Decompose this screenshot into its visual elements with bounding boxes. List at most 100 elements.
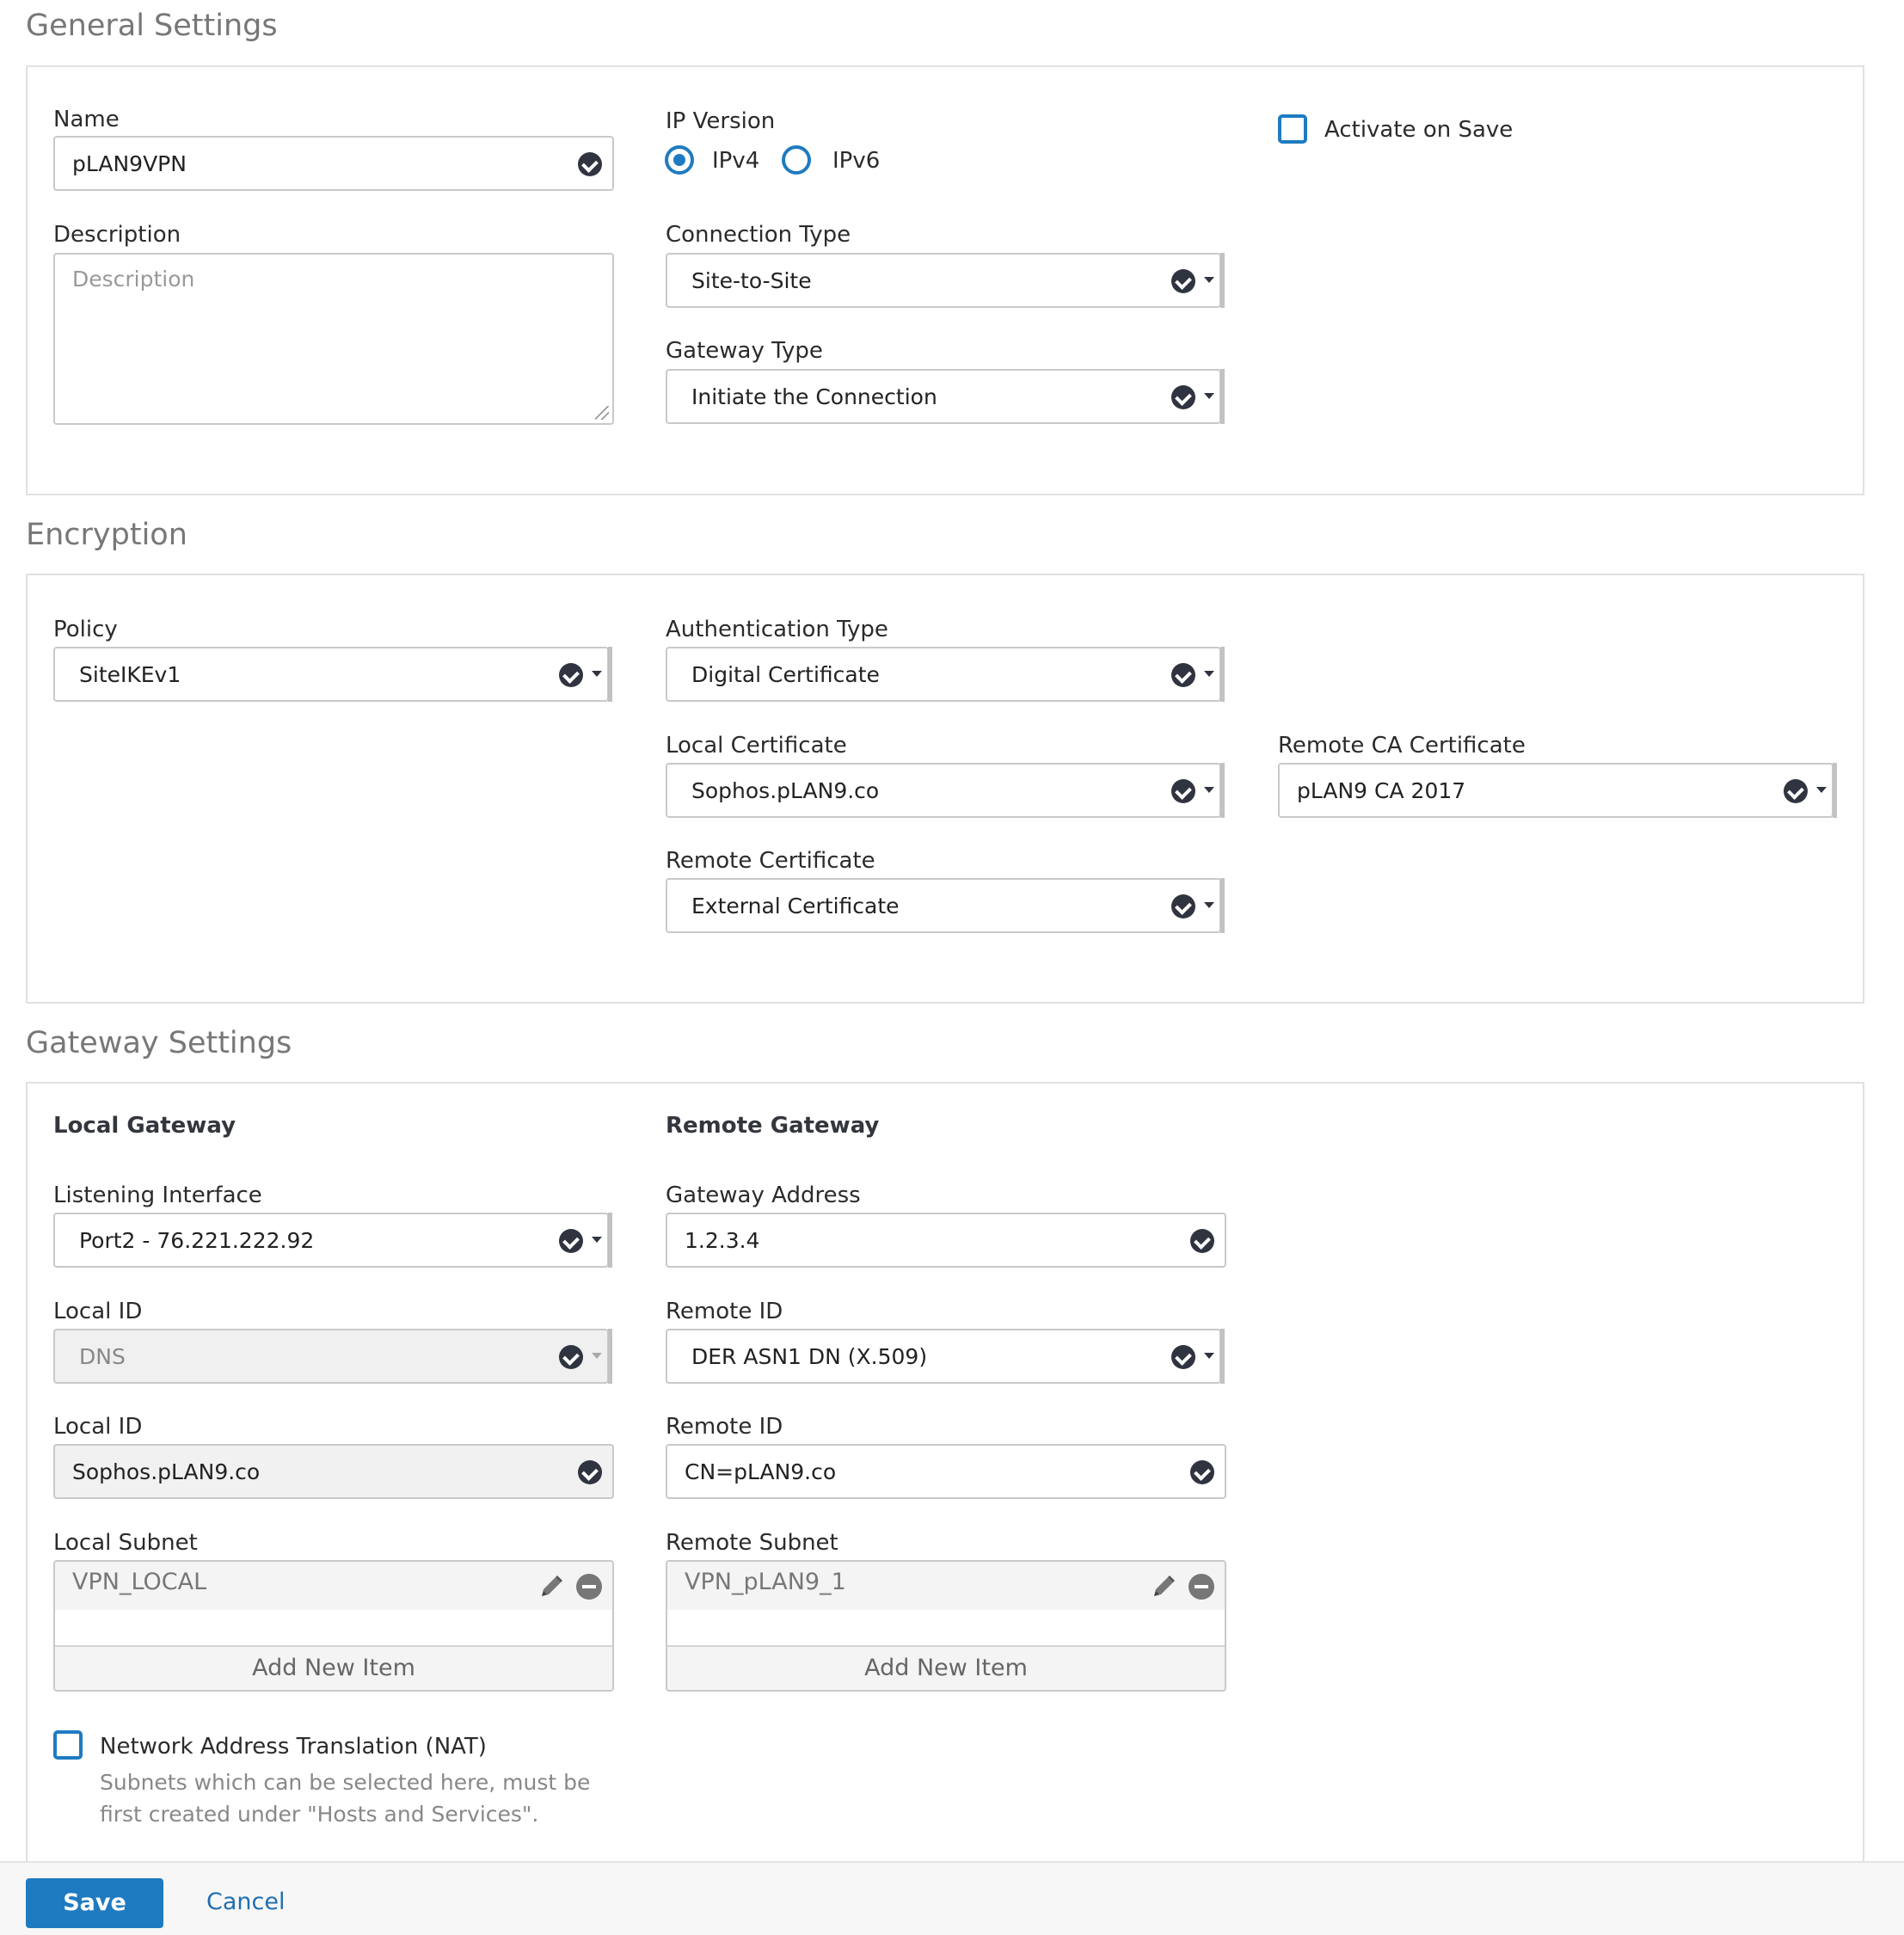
remote-certificate-select[interactable]: External Certificate	[666, 878, 1225, 933]
nat-hint-line-2: first created under "Hosts and Services"…	[100, 1802, 539, 1827]
gateway-address-label: Gateway Address	[666, 1182, 861, 1208]
add-new-item-button[interactable]: Add New Item	[667, 1645, 1225, 1690]
local-certificate-label: Local Certificate	[666, 733, 847, 759]
policy-label: Policy	[53, 617, 118, 642]
check-circle-icon	[1171, 385, 1195, 409]
resize-grip-icon[interactable]	[595, 406, 609, 420]
list-item: VPN_LOCAL	[55, 1562, 612, 1610]
check-circle-icon	[1171, 269, 1195, 293]
caret-down-icon[interactable]	[1197, 763, 1225, 818]
listening-interface-label: Listening Interface	[53, 1182, 262, 1208]
pencil-icon[interactable]	[1149, 1572, 1178, 1601]
caret-down-icon[interactable]	[1197, 647, 1225, 702]
caret-down-icon[interactable]	[585, 647, 612, 702]
pencil-icon[interactable]	[537, 1572, 566, 1601]
local-id-type-select: DNS	[53, 1329, 612, 1384]
caret-down-icon[interactable]	[1809, 763, 1837, 818]
check-circle-icon	[1784, 779, 1808, 803]
gateway-settings-title: Gateway Settings	[26, 1026, 292, 1060]
check-circle-icon	[559, 1345, 583, 1369]
ipv6-radio[interactable]	[782, 145, 811, 175]
remote-gateway-heading: Remote Gateway	[666, 1113, 880, 1139]
footer-bar: Save Cancel	[0, 1861, 1904, 1935]
check-circle-icon	[578, 1460, 602, 1484]
check-circle-icon	[559, 663, 583, 687]
name-field[interactable]: pLAN9VPN	[53, 136, 614, 191]
local-id-label: Local ID	[53, 1414, 143, 1440]
description-label: Description	[53, 222, 181, 248]
caret-down-icon[interactable]	[585, 1213, 612, 1268]
remote-ca-certificate-value: pLAN9 CA 2017	[1297, 778, 1466, 803]
remote-subnet-list: VPN_pLAN9_1 Add New Item	[666, 1560, 1226, 1692]
remote-id-label: Remote ID	[666, 1414, 783, 1440]
remote-id-value: CN=pLAN9.co	[685, 1459, 837, 1484]
encryption-title: Encryption	[26, 518, 187, 552]
listening-interface-value: Port2 - 76.221.222.92	[79, 1228, 315, 1253]
gateway-type-label: Gateway Type	[666, 338, 823, 364]
auth-type-select[interactable]: Digital Certificate	[666, 647, 1225, 702]
remote-subnet-label: Remote Subnet	[666, 1530, 838, 1556]
general-settings-title: General Settings	[26, 9, 278, 43]
listening-interface-select[interactable]: Port2 - 76.221.222.92	[53, 1213, 612, 1268]
minus-circle-icon[interactable]	[576, 1574, 602, 1600]
local-subnet-list: VPN_LOCAL Add New Item	[53, 1560, 614, 1692]
check-circle-icon	[1171, 779, 1195, 803]
remote-ca-certificate-label: Remote CA Certificate	[1278, 733, 1526, 759]
name-label: Name	[53, 107, 120, 132]
local-subnet-item: VPN_LOCAL	[72, 1569, 207, 1595]
ipv6-label: IPv6	[832, 148, 881, 174]
remote-id-type-label: Remote ID	[666, 1299, 783, 1324]
gateway-type-value: Initiate the Connection	[691, 384, 937, 409]
ipv4-radio[interactable]	[665, 145, 694, 175]
auth-type-label: Authentication Type	[666, 617, 888, 642]
add-new-item-button[interactable]: Add New Item	[55, 1645, 612, 1690]
save-button[interactable]: Save	[26, 1878, 163, 1928]
policy-value: SiteIKEv1	[79, 662, 181, 687]
nat-hint-line-1: Subnets which can be selected here, must…	[100, 1770, 591, 1795]
remote-subnet-item: VPN_pLAN9_1	[685, 1569, 846, 1595]
local-id-field[interactable]: Sophos.pLAN9.co	[53, 1444, 614, 1499]
caret-down-icon[interactable]	[1197, 253, 1225, 308]
connection-type-select[interactable]: Site-to-Site	[666, 253, 1225, 308]
caret-down-icon[interactable]	[1197, 369, 1225, 424]
connection-type-label: Connection Type	[666, 222, 851, 248]
caret-down-icon[interactable]	[1197, 878, 1225, 933]
gateway-address-value: 1.2.3.4	[685, 1228, 760, 1253]
description-placeholder: Description	[72, 267, 195, 292]
caret-down-icon	[585, 1329, 612, 1384]
description-textarea[interactable]: Description	[53, 253, 614, 425]
check-circle-icon	[1190, 1460, 1214, 1484]
cancel-button[interactable]: Cancel	[206, 1889, 285, 1915]
local-id-type-label: Local ID	[53, 1299, 143, 1324]
local-certificate-select[interactable]: Sophos.pLAN9.co	[666, 763, 1225, 818]
remote-ca-certificate-select[interactable]: pLAN9 CA 2017	[1278, 763, 1837, 818]
ipv4-label: IPv4	[712, 148, 760, 174]
local-gateway-heading: Local Gateway	[53, 1113, 236, 1139]
check-circle-icon	[578, 152, 602, 176]
nat-label: Network Address Translation (NAT)	[100, 1734, 487, 1760]
check-circle-icon	[559, 1229, 583, 1253]
activate-on-save-checkbox[interactable]	[1278, 114, 1307, 144]
auth-type-value: Digital Certificate	[691, 662, 880, 687]
local-subnet-label: Local Subnet	[53, 1530, 198, 1556]
gateway-address-field[interactable]: 1.2.3.4	[666, 1213, 1226, 1268]
remote-id-type-select[interactable]: DER ASN1 DN (X.509)	[666, 1329, 1225, 1384]
activate-on-save-label: Activate on Save	[1324, 117, 1514, 143]
policy-select[interactable]: SiteIKEv1	[53, 647, 612, 702]
local-id-value: Sophos.pLAN9.co	[72, 1459, 261, 1484]
nat-checkbox[interactable]	[53, 1730, 83, 1760]
remote-id-type-value: DER ASN1 DN (X.509)	[691, 1344, 928, 1369]
caret-down-icon[interactable]	[1197, 1329, 1225, 1384]
check-circle-icon	[1190, 1229, 1214, 1253]
check-circle-icon	[1171, 663, 1195, 687]
remote-certificate-label: Remote Certificate	[666, 848, 875, 874]
local-certificate-value: Sophos.pLAN9.co	[691, 778, 880, 803]
local-id-type-value: DNS	[79, 1344, 126, 1369]
remote-certificate-value: External Certificate	[691, 894, 900, 918]
ip-version-label: IP Version	[666, 108, 776, 134]
gateway-type-select[interactable]: Initiate the Connection	[666, 369, 1225, 424]
list-item: VPN_pLAN9_1	[667, 1562, 1225, 1610]
minus-circle-icon[interactable]	[1188, 1574, 1214, 1600]
name-value: pLAN9VPN	[72, 151, 187, 176]
remote-id-field[interactable]: CN=pLAN9.co	[666, 1444, 1226, 1499]
